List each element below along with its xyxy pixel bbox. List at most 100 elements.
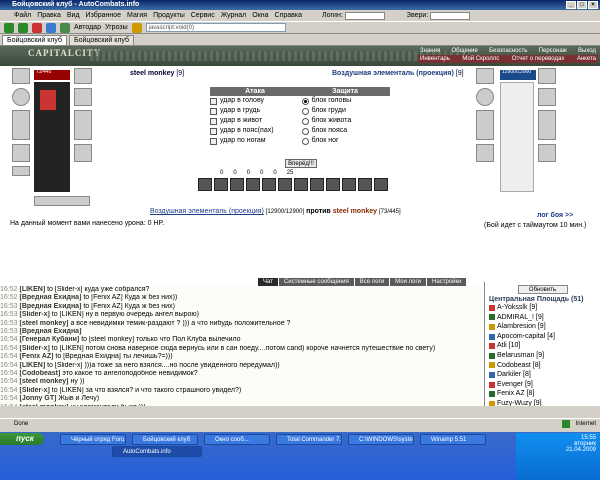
- log-link[interactable]: лог боя >>: [537, 212, 573, 219]
- chat-author[interactable]: [Вредная Ехидна]: [19, 294, 81, 301]
- user-name[interactable]: Belarusman [9]: [497, 351, 544, 361]
- window-titlebar[interactable]: Бойцовский клуб - AutoCombats.info _ □ ×: [0, 0, 600, 10]
- nav-profile[interactable]: Анкета: [577, 56, 596, 62]
- task-1[interactable]: Чёрный отряд Foru...: [60, 434, 126, 445]
- chat-author[interactable]: [Вредная Ехидна]: [19, 303, 81, 310]
- player-name[interactable]: steel monkey [9]: [130, 70, 184, 77]
- attack-checkbox[interactable]: [210, 97, 217, 105]
- user-row[interactable]: Codobeast [8]: [485, 361, 600, 371]
- user-name[interactable]: Darkiler [8]: [497, 370, 531, 380]
- menu-journal[interactable]: Журнал: [221, 12, 247, 19]
- forward-button[interactable]: Вперёд!!!: [285, 159, 317, 168]
- nav-inventory[interactable]: Инвентарь: [420, 56, 450, 62]
- star-icon[interactable]: [131, 22, 142, 33]
- user-row[interactable]: Apocom-capital [4]: [485, 332, 600, 342]
- fight-player-link[interactable]: steel monkey: [333, 208, 377, 215]
- chat-author[interactable]: [steel monkey]: [19, 378, 68, 385]
- armor-slot[interactable]: [12, 144, 30, 162]
- nav-exit[interactable]: Выход: [578, 48, 596, 54]
- attack-checkbox[interactable]: [210, 107, 217, 115]
- user-name[interactable]: Evenger [9]: [497, 380, 533, 390]
- menu-service[interactable]: Сервис: [191, 12, 215, 19]
- defense-radio[interactable]: [301, 97, 309, 105]
- zveri-input[interactable]: [430, 11, 471, 20]
- nav-scrolls[interactable]: Мой Скроллс: [462, 56, 499, 62]
- address-bar[interactable]: javascript:void(0): [145, 23, 286, 32]
- clock[interactable]: 15:55: [516, 433, 600, 441]
- chat-author[interactable]: [LIKEN]: [19, 362, 45, 369]
- user-row[interactable]: Evenger [9]: [485, 380, 600, 390]
- login-input[interactable]: [344, 11, 385, 20]
- skill-icon[interactable]: [230, 178, 244, 191]
- nav-security[interactable]: Безопасность: [489, 48, 527, 54]
- chat-author[interactable]: [Slider-x]: [19, 387, 49, 394]
- skill-icon[interactable]: [294, 178, 308, 191]
- helmet-slot[interactable]: [12, 68, 30, 84]
- defense-radio[interactable]: [301, 137, 309, 145]
- menu-magic[interactable]: Магия: [127, 12, 147, 19]
- user-row[interactable]: Darkiler [8]: [485, 370, 600, 380]
- home-icon[interactable]: [60, 22, 70, 33]
- belt-slot[interactable]: [12, 166, 30, 176]
- user-name[interactable]: ADMIRAL_! [9]: [497, 313, 544, 323]
- user-row[interactable]: ADMIRAL_! [9]: [485, 313, 600, 323]
- user-row[interactable]: Belarusman [9]: [485, 351, 600, 361]
- refresh-button[interactable]: Обновить: [517, 285, 568, 294]
- skill-icon[interactable]: [374, 178, 388, 191]
- skill-icon[interactable]: [358, 178, 372, 191]
- attack-checkbox[interactable]: [210, 127, 217, 135]
- weapon-slot[interactable]: [12, 110, 30, 140]
- close-button[interactable]: ×: [588, 1, 598, 9]
- user-name[interactable]: Apocom-capital [4]: [497, 332, 555, 342]
- chat-author[interactable]: [LIKEN]: [19, 286, 45, 293]
- user-row[interactable]: Fenix AZ [8]: [485, 389, 600, 399]
- menu-windows[interactable]: Окна: [252, 12, 268, 19]
- gloves-slot[interactable]: [74, 88, 92, 106]
- enemy-name[interactable]: Воздушная элементаль (проекция) [9]: [332, 70, 464, 77]
- chat-author[interactable]: [Slider-x]: [19, 311, 49, 318]
- refresh-icon[interactable]: [46, 22, 56, 33]
- nav-chat[interactable]: Общение: [452, 48, 478, 54]
- chat-author[interactable]: [Slider-x]: [19, 345, 49, 352]
- tab-all-logs[interactable]: Все логи: [354, 278, 390, 286]
- nav-transfers[interactable]: Отчет о переводах: [512, 56, 565, 62]
- user-row[interactable]: A-Yoksslk [9]: [485, 303, 600, 313]
- defense-radio[interactable]: [301, 127, 309, 135]
- weapon2-slot[interactable]: [74, 110, 92, 140]
- tab-system[interactable]: Системные сообщения: [278, 278, 354, 286]
- minimize-button[interactable]: _: [566, 1, 576, 9]
- browser-tab-2[interactable]: Бойцовский клуб: [69, 35, 135, 45]
- defense-radio[interactable]: [301, 117, 309, 125]
- user-row[interactable]: Atli [10]: [485, 341, 600, 351]
- rings-slot[interactable]: [34, 196, 90, 206]
- browser-tab-1[interactable]: Бойцовский клуб: [2, 35, 68, 45]
- task-3[interactable]: Окно сооб...: [204, 434, 270, 445]
- task-5[interactable]: C:\WINDOWS\syste...: [348, 434, 414, 445]
- task-4[interactable]: Total Commander 7.0...: [276, 434, 342, 445]
- attack-checkbox[interactable]: [210, 137, 217, 145]
- user-name[interactable]: Alambresion [9]: [497, 322, 546, 332]
- user-name[interactable]: A-Yoksslk [9]: [497, 303, 537, 313]
- skill-icon[interactable]: [310, 178, 324, 191]
- user-name[interactable]: Codobeast [8]: [497, 361, 541, 371]
- tab-my-logs[interactable]: Мои логи: [390, 278, 427, 286]
- user-name[interactable]: Fenix AZ [8]: [497, 389, 534, 399]
- chat-author[interactable]: [Codobeast]: [19, 370, 60, 377]
- fight-enemy-link[interactable]: Воздушная элементаль (проекция): [150, 208, 264, 215]
- skill-icon[interactable]: [214, 178, 228, 191]
- user-row[interactable]: Alambresion [9]: [485, 322, 600, 332]
- chat-author[interactable]: [Вредная Ехидна]: [19, 328, 81, 335]
- skill-icon[interactable]: [342, 178, 356, 191]
- tab-chat[interactable]: Чат: [258, 278, 278, 286]
- shield-slot[interactable]: [12, 88, 30, 106]
- user-name[interactable]: Fuzy-Wuzy [9]: [497, 399, 542, 406]
- amulet-slot[interactable]: [74, 68, 92, 84]
- skill-icon[interactable]: [326, 178, 340, 191]
- menu-view[interactable]: Вид: [67, 12, 80, 19]
- autodar-button[interactable]: Автодар: [74, 24, 101, 31]
- start-button[interactable]: пуск: [0, 433, 44, 445]
- user-row[interactable]: Fuzy-Wuzy [9]: [485, 399, 600, 406]
- ugroz-button[interactable]: Угрозы: [105, 24, 128, 31]
- skill-icon[interactable]: [278, 178, 292, 191]
- back-icon[interactable]: [4, 22, 14, 33]
